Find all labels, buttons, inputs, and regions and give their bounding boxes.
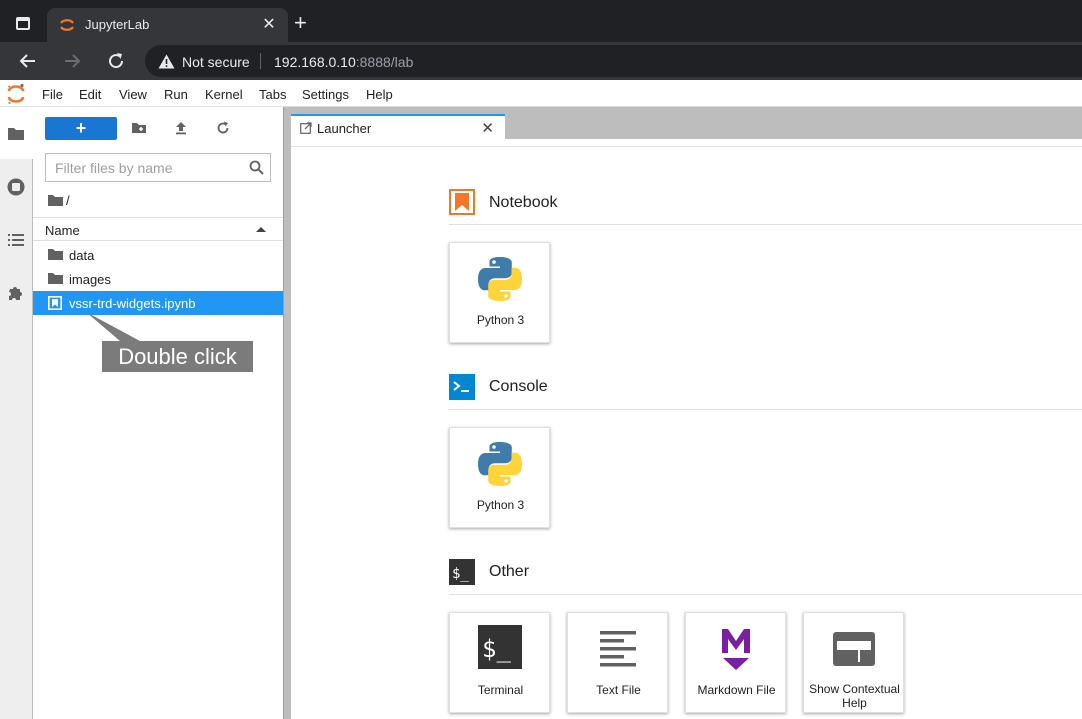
new-launcher-label: + [75,118,87,138]
browser-tabbar: JupyterLab ✕ + [0,0,1082,42]
section-divider [449,409,1082,410]
card-label: Terminal [477,683,524,697]
menu-help[interactable]: Help [366,87,393,102]
file-row[interactable]: images [33,267,283,291]
browser-tab[interactable]: JupyterLab ✕ [47,8,288,42]
url-host: 192.168.0.10 [274,54,356,70]
launcher-panel: Notebook Python 3 Console Python 3 $_ Ot… [291,146,1082,719]
running-sessions-icon[interactable] [7,178,25,196]
tab-label: Launcher [317,121,372,136]
reload-icon[interactable] [103,48,129,74]
section-divider [449,594,1082,595]
file-name: images [69,272,111,287]
panel-splitter[interactable] [283,107,291,719]
launcher-card-notebook-python3[interactable]: Python 3 [449,242,550,343]
url-text[interactable]: 192.168.0.10:8888/lab [274,54,413,70]
sort-ascending-icon[interactable] [256,227,266,232]
menu-tabs[interactable]: Tabs [259,87,286,102]
menu-edit[interactable]: Edit [79,87,101,102]
python-icon [478,442,522,486]
close-icon[interactable]: ✕ [260,14,278,34]
section-title-console: Console [489,378,548,395]
card-label: Text File [596,683,641,697]
contextual-help-icon [833,632,875,666]
launcher-card-console-python3[interactable]: Python 3 [449,427,550,528]
jupyter-favicon-icon [60,19,74,31]
launcher-card-contextual-help[interactable]: Show Contextual Help [803,612,904,713]
address-bar[interactable]: Not secure 192.168.0.10:8888/lab [145,45,1082,77]
card-label: Show Contextual Help [809,682,900,710]
card-label: Python 3 [476,498,525,512]
table-of-contents-icon[interactable] [7,231,25,249]
file-list-header[interactable]: Name [33,217,283,241]
launcher-card-text-file[interactable]: Text File [567,612,668,713]
notebook-file-icon [48,296,62,310]
menu-file[interactable]: File [42,87,63,102]
new-folder-icon[interactable] [130,119,148,137]
browser-toolbar: Not secure 192.168.0.10:8888/lab [0,42,1082,80]
filter-files-input[interactable] [46,154,242,181]
folder-icon[interactable] [7,125,25,143]
file-row[interactable]: data [33,243,283,267]
window-icon[interactable] [16,17,30,30]
menu-settings[interactable]: Settings [302,87,349,102]
card-label: Python 3 [476,313,525,327]
section-title-notebook: Notebook [489,194,558,211]
forward-icon[interactable] [59,48,85,74]
folder-icon [48,273,63,284]
launcher-card-markdown-file[interactable]: Markdown File [685,612,786,713]
console-section-icon [449,374,475,400]
section-title-other: Other [489,563,530,580]
not-secure-label[interactable]: Not secure [182,54,250,70]
filter-box [45,153,271,182]
new-launcher-button[interactable]: + [45,117,117,140]
column-header-name[interactable]: Name [45,223,80,238]
folder-icon [48,249,63,260]
activity-bar [0,107,33,719]
launcher-card-terminal[interactable]: $_ Terminal [449,612,550,713]
back-icon[interactable] [15,48,41,74]
text-file-icon [600,631,636,667]
breadcrumb-root[interactable]: / [66,193,70,208]
search-icon[interactable] [249,160,264,175]
menu-run[interactable]: Run [164,87,188,102]
extension-manager-icon[interactable] [7,284,25,302]
new-tab-icon[interactable]: + [294,10,307,36]
upload-icon[interactable] [172,119,190,137]
python-icon [478,257,522,301]
breadcrumb-folder-icon[interactable] [48,194,63,206]
file-name: vssr-trd-widgets.ipynb [69,296,196,311]
refresh-icon[interactable] [214,119,232,137]
browser-tab-title: JupyterLab [85,17,150,32]
svg-text:$_: $_ [482,635,511,663]
dock-tabbar: Launcher ✕ [291,107,1082,146]
svg-text:$_: $_ [452,566,469,582]
url-path: :8888/lab [355,54,414,70]
address-separator [260,53,261,69]
notebook-section-icon [449,189,475,215]
file-name: data [69,248,95,263]
menu-kernel[interactable]: Kernel [205,87,243,102]
launcher-icon [300,122,312,134]
section-divider [449,224,1082,225]
menu-view[interactable]: View [119,87,147,102]
jupyter-logo-icon [7,84,25,105]
markdown-icon [722,629,750,670]
file-row-selected[interactable]: vssr-trd-widgets.ipynb [33,291,283,315]
card-label: Markdown File [697,683,776,697]
double-click-callout: Double click [102,341,253,372]
close-icon[interactable]: ✕ [481,119,494,137]
file-browser: + / Name data images vss [33,107,283,719]
other-section-icon: $_ [449,559,475,585]
tab-launcher[interactable]: Launcher ✕ [291,114,505,146]
jupyterlab-menubar: File Edit View Run Kernel Tabs Settings … [0,80,1082,107]
warning-icon[interactable] [158,54,175,69]
terminal-icon: $_ [478,625,522,669]
